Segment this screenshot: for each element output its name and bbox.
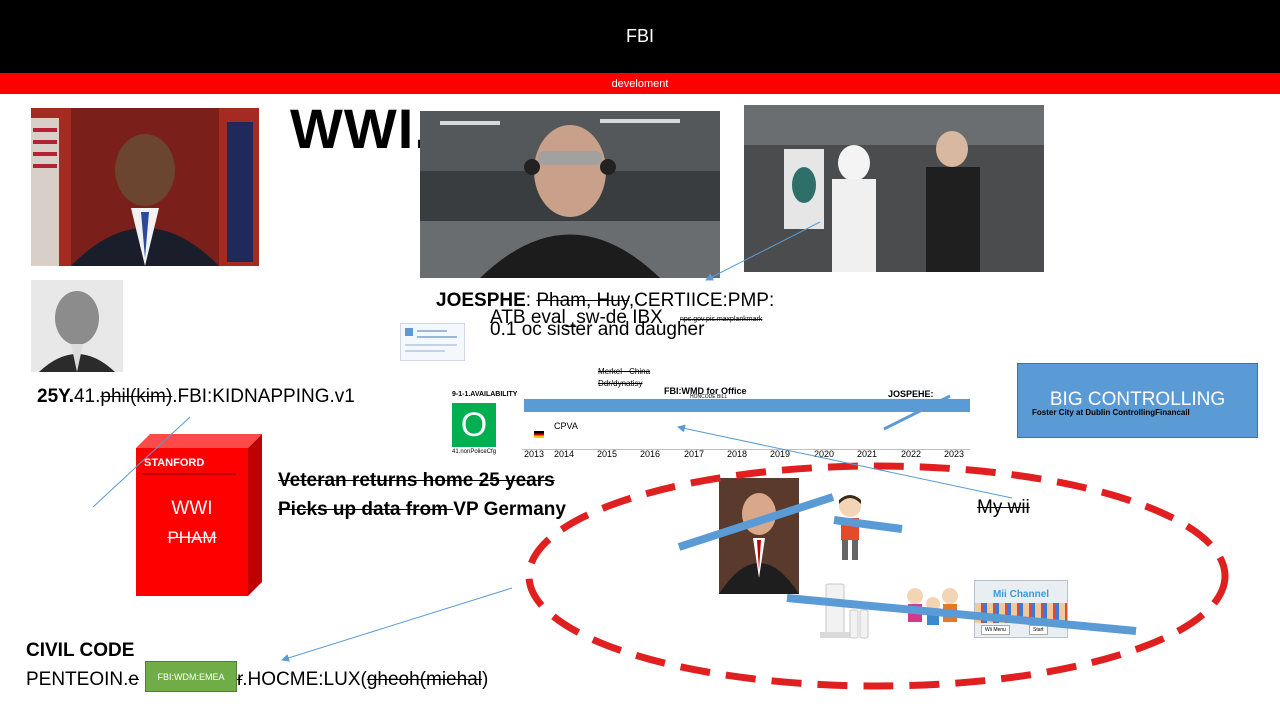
slide-thumbnail [400, 323, 465, 361]
veteran-line-1: Veteran returns home 25 years [278, 470, 555, 491]
wii-console-icon [818, 580, 876, 640]
portrait-photo-1 [31, 108, 259, 266]
timeline-availability: 9-1-1.AVAILABILITY [452, 391, 518, 398]
mii-channel-title: Mii Channel [992, 589, 1050, 600]
veteran-line-2: Picks up data from VP Germany [278, 499, 566, 521]
mii-family-icon [903, 584, 963, 636]
civil-code-part-1: PENTEOIN. [26, 669, 129, 690]
timeline-merkel: Merkel - China [598, 367, 651, 376]
stanford-box: STANFORD WWI PHAM [136, 434, 262, 596]
wwi-heading: WWI. [290, 97, 431, 160]
mii-channel-crowd [975, 603, 1067, 623]
timeline-year: 2021 [857, 449, 878, 459]
kidnap-bold: 25Y. [37, 386, 74, 407]
kidnapping-line: 25Y.41.phil(kim).FBI:KIDNAPPING.v1 [37, 386, 355, 408]
stanford-label: STANFORD [144, 457, 205, 469]
veteran-line-2-struck: Picks up data from [278, 499, 454, 520]
header-title-bar: FBI [0, 0, 1280, 73]
kidnap-normal-1: 41. [73, 386, 101, 407]
timeline-year: 2015 [597, 449, 618, 459]
joesphe-tiny: nps.gov.pis.maxplankmark [680, 316, 763, 323]
timeline-years: 2013 2014 2015 2016 2017 2018 2019 2020 … [524, 449, 970, 461]
stanford-line-2: PHAM [167, 528, 217, 547]
timeline-year: 2014 [554, 449, 575, 459]
mii-character-icon [832, 494, 868, 562]
timeline-panel: Merkel - China Ddr/dynatisy 9-1-1.AVAILA… [450, 365, 972, 463]
civil-code-title: CIVIL CODE [26, 640, 135, 661]
header-subtitle: develoment [611, 77, 669, 90]
timeline-year: 2020 [814, 449, 835, 459]
civil-code-struck-3: gheoh(miehal [366, 669, 482, 690]
mii-channel-screen: Mii Channel Wii Menu Start [974, 580, 1068, 638]
timeline-flag-icon [534, 431, 544, 438]
timeline-cpva: CPVA [554, 421, 578, 431]
kidnap-normal-2: .FBI:KIDNAPPING.v1 [172, 386, 355, 407]
veteran-line-2-rest: VP Germany [453, 499, 566, 520]
timeline-year: 2023 [944, 449, 965, 459]
connector-arrow [281, 587, 513, 662]
timeline-year: 2019 [770, 449, 791, 459]
timeline-green-square: O [452, 403, 496, 447]
kidnap-struck: phil(kim) [100, 386, 173, 407]
civil-code-part-3: ) [481, 669, 489, 690]
green-tag: FBI:WDM:EMEA [145, 661, 237, 692]
timeline-year: 2017 [684, 449, 705, 459]
businessman-photo [719, 478, 799, 594]
header-title: FBI [625, 26, 654, 46]
stormtrooper-photo [744, 105, 1044, 272]
big-controlling-sub: Foster City at Dublin ControllingFinanca… [1032, 408, 1190, 417]
portrait-photo-2 [31, 280, 123, 372]
mii-channel-start-button[interactable]: Start [1029, 625, 1048, 635]
civil-code-line: PENTEOIN.e r.HOCME:LUX(gheoh(miehal) [26, 669, 488, 691]
joesphe-overlap-2: 0.1 oc sister and daugher [490, 319, 705, 340]
civil-code-struck-1: e [128, 669, 139, 690]
timeline-circle-letter: O [460, 405, 488, 444]
officer-photo [420, 111, 720, 278]
stanford-line-1: WWI [171, 498, 213, 519]
timeline-bar [524, 399, 970, 412]
big-controlling-box: BIG CONTROLLING Foster City at Dublin Co… [1017, 363, 1258, 438]
timeline-nonpolice: 41.nonPoliceCfg [452, 449, 497, 455]
timeline-year: 2016 [640, 449, 661, 459]
civil-code-part-2: .HOCME:LUX( [242, 669, 367, 690]
timeline-year: 2013 [524, 449, 545, 459]
mii-channel-menu-button[interactable]: Wii Menu [981, 625, 1010, 635]
timeline-year: 2018 [727, 449, 748, 459]
green-tag-label: FBI:WDM:EMEA [157, 671, 225, 682]
timeline-wmd-sub: HONCODE BILL [690, 394, 728, 400]
dashed-red-ellipse [525, 462, 1229, 690]
my-wii-label: My wii [977, 497, 1030, 518]
timeline-ddr: Ddr/dynatisy [598, 379, 643, 388]
header-subtitle-bar: develoment [0, 73, 1280, 94]
timeline-jospehe: JOSPEHE: [888, 389, 934, 399]
timeline-year: 2022 [901, 449, 922, 459]
